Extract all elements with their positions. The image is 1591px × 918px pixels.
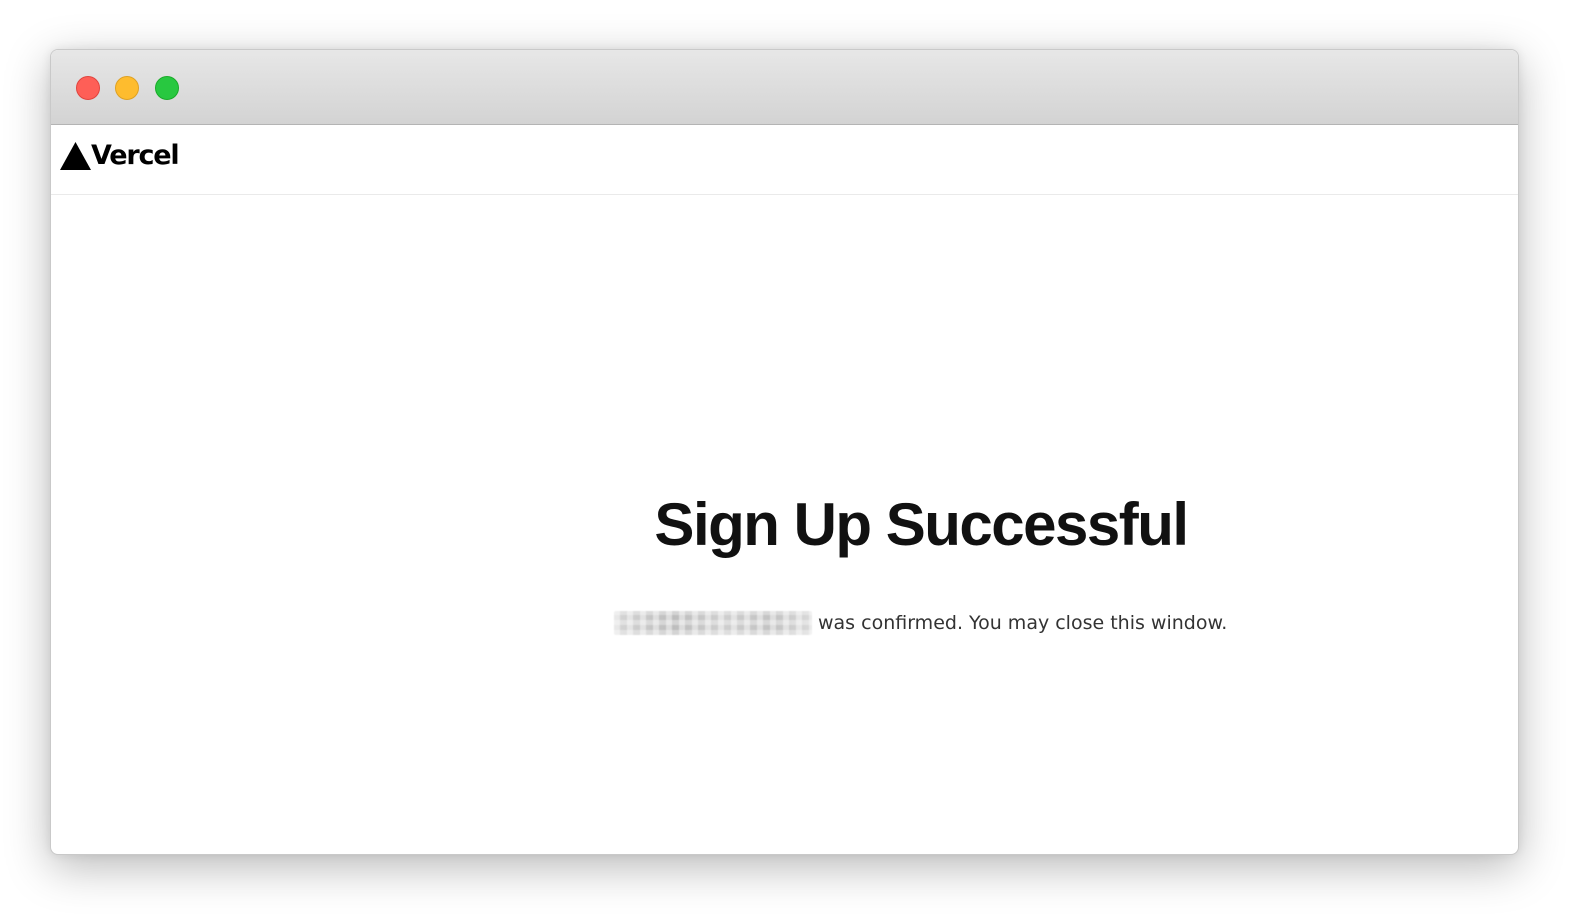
vercel-triangle-icon [60, 142, 91, 170]
desktop-background: Vercel Sign Up Successful was confirmed.… [0, 0, 1591, 918]
confirmation-text: was confirmed. You may close this window… [818, 612, 1228, 634]
page-title: Sign Up Successful [654, 491, 1189, 558]
minimize-window-button[interactable] [115, 76, 139, 100]
vercel-logo-link[interactable]: Vercel [60, 140, 180, 171]
site-header: Vercel [51, 125, 1518, 195]
logo-wordmark: Vercel [91, 140, 180, 171]
browser-window: Vercel Sign Up Successful was confirmed.… [50, 49, 1519, 855]
confirmation-message: was confirmed. You may close this window… [614, 605, 1227, 641]
zoom-window-button[interactable] [155, 76, 179, 100]
window-titlebar[interactable] [51, 50, 1518, 125]
main-content: Sign Up Successful was confirmed. You ma… [51, 195, 1518, 854]
close-window-button[interactable] [76, 76, 100, 100]
redacted-email [614, 611, 812, 635]
